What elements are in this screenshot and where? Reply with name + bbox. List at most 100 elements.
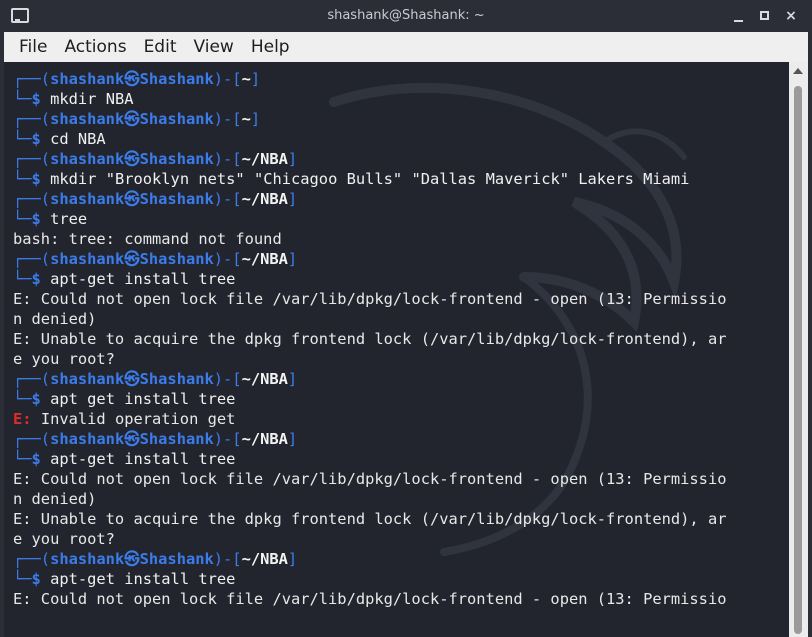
output-line: E: Unable to acquire the dpkg frontend l… [13,329,726,349]
prompt-directory: ~/NBA [241,150,288,168]
terminal-area[interactable]: ┌──(shashank㉿Shashank)-[~] └─$ mkdir NBA ┌… [4,62,789,637]
menu-view[interactable]: View [193,37,233,57]
output-text: e you root? [13,350,115,368]
output-text: E: Could not open lock file /var/lib/dpk… [13,590,727,608]
command-line: └─$ apt-get install tree [13,449,726,469]
window-title: shashank@Shashank: ~ [327,8,485,23]
prompt-frame: ┌──( [13,370,51,388]
command-line: └─$ apt-get install tree [13,569,726,589]
menu-bar: File Actions Edit View Help [4,32,808,62]
command-line: └─$ tree [13,209,726,229]
output-line: E: Could not open lock file /var/lib/dpk… [13,469,726,489]
prompt-at-symbol: ㉿ [124,70,140,88]
prompt-dollar: $ [31,130,41,148]
output-line: E: Could not open lock file /var/lib/dpk… [13,589,726,609]
prompt-host: Shashank [139,550,214,568]
output-line: n denied) [13,489,726,509]
prompt-frame: └─ [13,210,32,228]
error-label: E: [13,410,32,428]
prompt-host: Shashank [139,70,214,88]
prompt-directory: ~/NBA [241,250,288,268]
command-line: └─$ apt-get install tree [13,269,726,289]
command-text: mkdir NBA [40,90,134,108]
title-bar: shashank@Shashank: ~ × [0,0,812,32]
command-line: └─$ cd NBA [13,129,726,149]
prompt-frame: )-[ [213,190,242,208]
prompt-frame: ] [287,430,298,448]
prompt-frame: )-[ [213,370,242,388]
scroll-thumb[interactable] [794,86,802,634]
prompt-at-symbol: ㉿ [124,190,140,208]
vertical-scrollbar[interactable] [789,62,808,637]
prompt-directory: ~/NBA [241,190,288,208]
prompt-frame: )-[ [213,110,242,128]
prompt-line: ┌──(shashank㉿Shashank)-[~/NBA] [13,369,726,389]
terminal-output: ┌──(shashank㉿Shashank)-[~] └─$ mkdir NBA ┌… [13,69,726,609]
prompt-user: shashank [50,70,125,88]
prompt-at-symbol: ㉿ [124,250,140,268]
prompt-frame: ] [287,550,298,568]
prompt-frame: )-[ [213,70,242,88]
menu-file[interactable]: File [19,37,47,57]
prompt-dollar: $ [31,90,41,108]
output-text: bash: tree: command not found [13,230,282,248]
menu-help[interactable]: Help [251,37,290,57]
command-text: mkdir "Brooklyn nets" "Chicagoo Bulls" "… [40,170,690,188]
prompt-dollar: $ [31,170,41,188]
prompt-frame: ┌──( [13,550,51,568]
prompt-line: ┌──(shashank㉿Shashank)-[~/NBA] [13,149,726,169]
output-text: E: Could not open lock file /var/lib/dpk… [13,290,727,308]
prompt-frame: ] [287,150,298,168]
prompt-user: shashank [50,370,125,388]
output-text: n denied) [13,490,97,508]
prompt-host: Shashank [139,110,214,128]
prompt-frame: └─ [13,390,32,408]
prompt-frame: ┌──( [13,190,51,208]
output-text: e you root? [13,530,115,548]
prompt-dollar: $ [31,450,41,468]
prompt-dollar: $ [31,270,41,288]
minimize-button[interactable] [729,6,749,26]
prompt-user: shashank [50,190,125,208]
output-text: n denied) [13,310,97,328]
command-text: tree [40,210,88,228]
prompt-frame: └─ [13,570,32,588]
prompt-frame: ] [287,370,298,388]
output-text: E: Unable to acquire the dpkg frontend l… [13,330,727,348]
prompt-host: Shashank [139,190,214,208]
scroll-up-arrow-icon[interactable] [793,68,803,74]
prompt-host: Shashank [139,150,214,168]
prompt-user: shashank [50,550,125,568]
window-border-right [808,32,812,637]
command-text: apt get install tree [40,390,236,408]
prompt-frame: )-[ [213,430,242,448]
output-text: E: Unable to acquire the dpkg frontend l… [13,510,727,528]
prompt-frame: ] [287,250,298,268]
prompt-frame: └─ [13,270,32,288]
prompt-frame: )-[ [213,550,242,568]
prompt-line: ┌──(shashank㉿Shashank)-[~/NBA] [13,549,726,569]
prompt-frame: ┌──( [13,70,51,88]
output-line: n denied) [13,309,726,329]
prompt-directory: ~/NBA [241,550,288,568]
close-button[interactable]: × [781,6,801,26]
prompt-host: Shashank [139,430,214,448]
prompt-at-symbol: ㉿ [124,550,140,568]
prompt-directory: ~ [241,110,251,128]
prompt-frame: )-[ [213,250,242,268]
prompt-frame: ┌──( [13,150,51,168]
output-line: E: Could not open lock file /var/lib/dpk… [13,289,726,309]
error-line: E: Invalid operation get [13,409,726,429]
prompt-frame: ┌──( [13,250,51,268]
prompt-frame: └─ [13,170,32,188]
prompt-directory: ~/NBA [241,430,288,448]
command-text: apt-get install tree [40,570,236,588]
prompt-line: ┌──(shashank㉿Shashank)-[~] [13,109,726,129]
menu-edit[interactable]: Edit [144,37,177,57]
prompt-at-symbol: ㉿ [124,150,140,168]
prompt-user: shashank [50,430,125,448]
prompt-frame: ] [250,110,261,128]
menu-actions[interactable]: Actions [64,37,126,57]
maximize-button[interactable] [755,6,775,26]
prompt-frame: ] [287,190,298,208]
